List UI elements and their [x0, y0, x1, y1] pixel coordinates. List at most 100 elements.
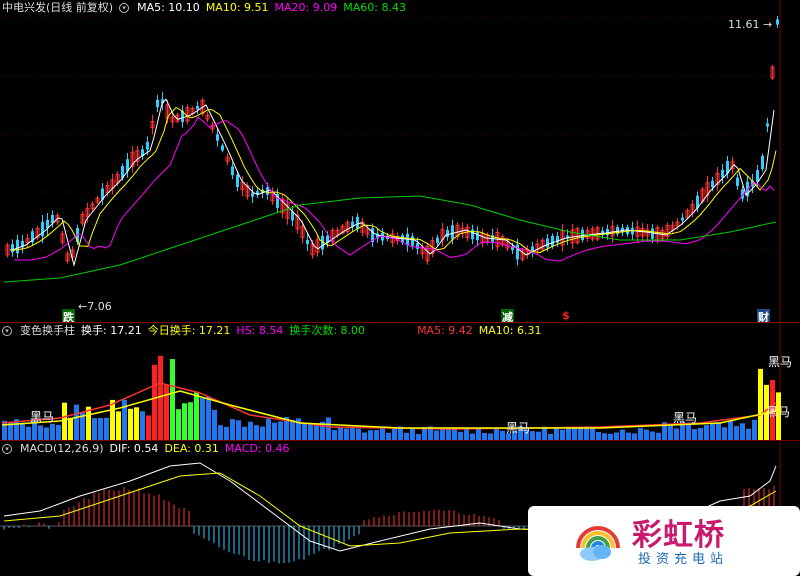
turnover-bar	[332, 430, 337, 440]
event-marker-jian[interactable]: 减	[501, 309, 514, 322]
turnover-bar	[200, 397, 205, 440]
turnover-bar	[482, 432, 487, 440]
rainbow-logo-icon	[576, 526, 620, 561]
turnover-bar	[386, 432, 391, 440]
turnover-bar	[716, 422, 721, 440]
turnover-bar	[272, 422, 277, 440]
turnover-bar	[56, 424, 61, 440]
turnover-bar	[308, 423, 313, 440]
candle-body	[766, 123, 769, 127]
turnover-bar	[404, 432, 409, 440]
turnover-bar	[698, 427, 703, 440]
turnover-bar	[164, 384, 169, 440]
turnover-bar	[44, 427, 49, 440]
turnover-bar	[188, 402, 193, 440]
turnover-bar	[134, 407, 139, 440]
turnover-bar	[638, 427, 643, 440]
watermark-badge: 彩虹桥 投资充电站	[528, 506, 800, 576]
turnover-bar	[38, 425, 43, 440]
price-high-label: 11.61 →	[728, 18, 773, 31]
turnover-bar	[140, 411, 145, 440]
turnover-ma10-readout: MA10: 6.31	[478, 324, 542, 337]
turnover-bar	[302, 423, 307, 440]
turnover-bar	[92, 418, 97, 440]
turnover-bar	[68, 417, 73, 440]
turnover-count-readout: 换手次数: 8.00	[289, 324, 366, 337]
turnover-bar	[710, 423, 715, 440]
heima-label: 黑马	[766, 405, 791, 419]
turnover-bar	[248, 421, 253, 440]
candle-body	[236, 174, 239, 188]
dea-readout: DEA: 0.31	[164, 442, 219, 455]
candle-body	[736, 177, 739, 186]
event-marker-dollar[interactable]: $	[562, 309, 570, 322]
turnover-bar	[530, 431, 535, 440]
turnover-bar	[656, 432, 661, 440]
candle-body	[776, 19, 779, 25]
macd-readout: MACD: 0.46	[224, 442, 290, 455]
candle-body	[11, 244, 14, 253]
candle-body	[356, 216, 359, 229]
turnover-bar	[704, 425, 709, 440]
turnover-bar	[20, 422, 25, 440]
turnover-bar	[392, 428, 397, 440]
candle-body	[516, 244, 519, 260]
macd-title: MACD(12,26,9)	[20, 442, 104, 455]
candlestick-chart[interactable]	[0, 0, 800, 322]
turnover-bar	[182, 403, 187, 440]
turnover-bar	[692, 429, 697, 440]
turnover-bar	[242, 426, 247, 440]
candle-body	[681, 217, 684, 221]
ma60-line	[3, 195, 777, 283]
turnover-bar	[290, 419, 295, 440]
event-marker-die[interactable]: 跌	[62, 309, 75, 322]
turnover-bar	[224, 426, 229, 440]
turnover-pane[interactable]: ▾ 变色换手柱 换手: 17.21 今日换手: 17.21 HS: 8.54 换…	[0, 323, 800, 440]
turnover-bar	[578, 427, 583, 440]
turnover-bar	[380, 427, 385, 440]
ma5-readout: MA5: 10.10	[137, 1, 200, 14]
heima-label: 黑马	[768, 355, 793, 369]
turnover-bar	[116, 411, 121, 440]
chevron-down-icon[interactable]: ▾	[119, 3, 130, 13]
turnover-ma5-readout: MA5: 9.42	[417, 324, 473, 337]
settings-icon[interactable]: ▾	[2, 326, 12, 336]
turnover-bar	[644, 429, 649, 440]
candle-body	[761, 155, 764, 170]
turnover-bar	[254, 425, 259, 440]
turnover-bar	[752, 419, 757, 440]
hs-readout: HS: 8.54	[236, 324, 284, 337]
ma60-readout: MA60: 8.43	[343, 1, 406, 14]
candle-body	[306, 240, 309, 244]
ma20-readout: MA20: 9.09	[274, 1, 338, 14]
turnover-bar	[674, 428, 679, 440]
settings-icon[interactable]: ▾	[2, 444, 12, 454]
arrow-left-icon: ←	[78, 300, 88, 313]
candle-body	[221, 145, 224, 151]
event-marker-cai[interactable]: 财	[757, 309, 770, 322]
turnover-bar	[110, 399, 115, 440]
candle-body	[551, 235, 554, 247]
turnover-bar	[338, 427, 343, 440]
turnover-bar	[74, 404, 79, 440]
turnover-bar	[740, 423, 745, 440]
turnover-bar	[326, 417, 331, 440]
price-header: 中电兴发(日线 前复权) ▾ MA5: 10.10 MA10: 9.51 MA2…	[0, 0, 406, 16]
candle-body	[196, 106, 199, 110]
turnover-bar	[146, 415, 151, 440]
turnover-bar	[668, 425, 673, 440]
turnover-bar	[218, 425, 223, 440]
price-pane[interactable]: 中电兴发(日线 前复权) ▾ MA5: 10.10 MA10: 9.51 MA2…	[0, 0, 800, 322]
dif-readout: DIF: 0.54	[109, 442, 159, 455]
turnover-bar	[728, 421, 733, 440]
turnover-bar	[572, 428, 577, 440]
today-turnover-readout: 今日换手: 17.21	[147, 324, 231, 337]
turnover-bar	[614, 432, 619, 440]
candle-body	[146, 141, 149, 150]
turnover-bar	[128, 408, 133, 440]
turnover-bar	[650, 431, 655, 440]
candle-body	[16, 239, 19, 254]
candle-body	[411, 236, 414, 246]
candle-body	[546, 238, 549, 248]
candle-body	[451, 225, 454, 240]
